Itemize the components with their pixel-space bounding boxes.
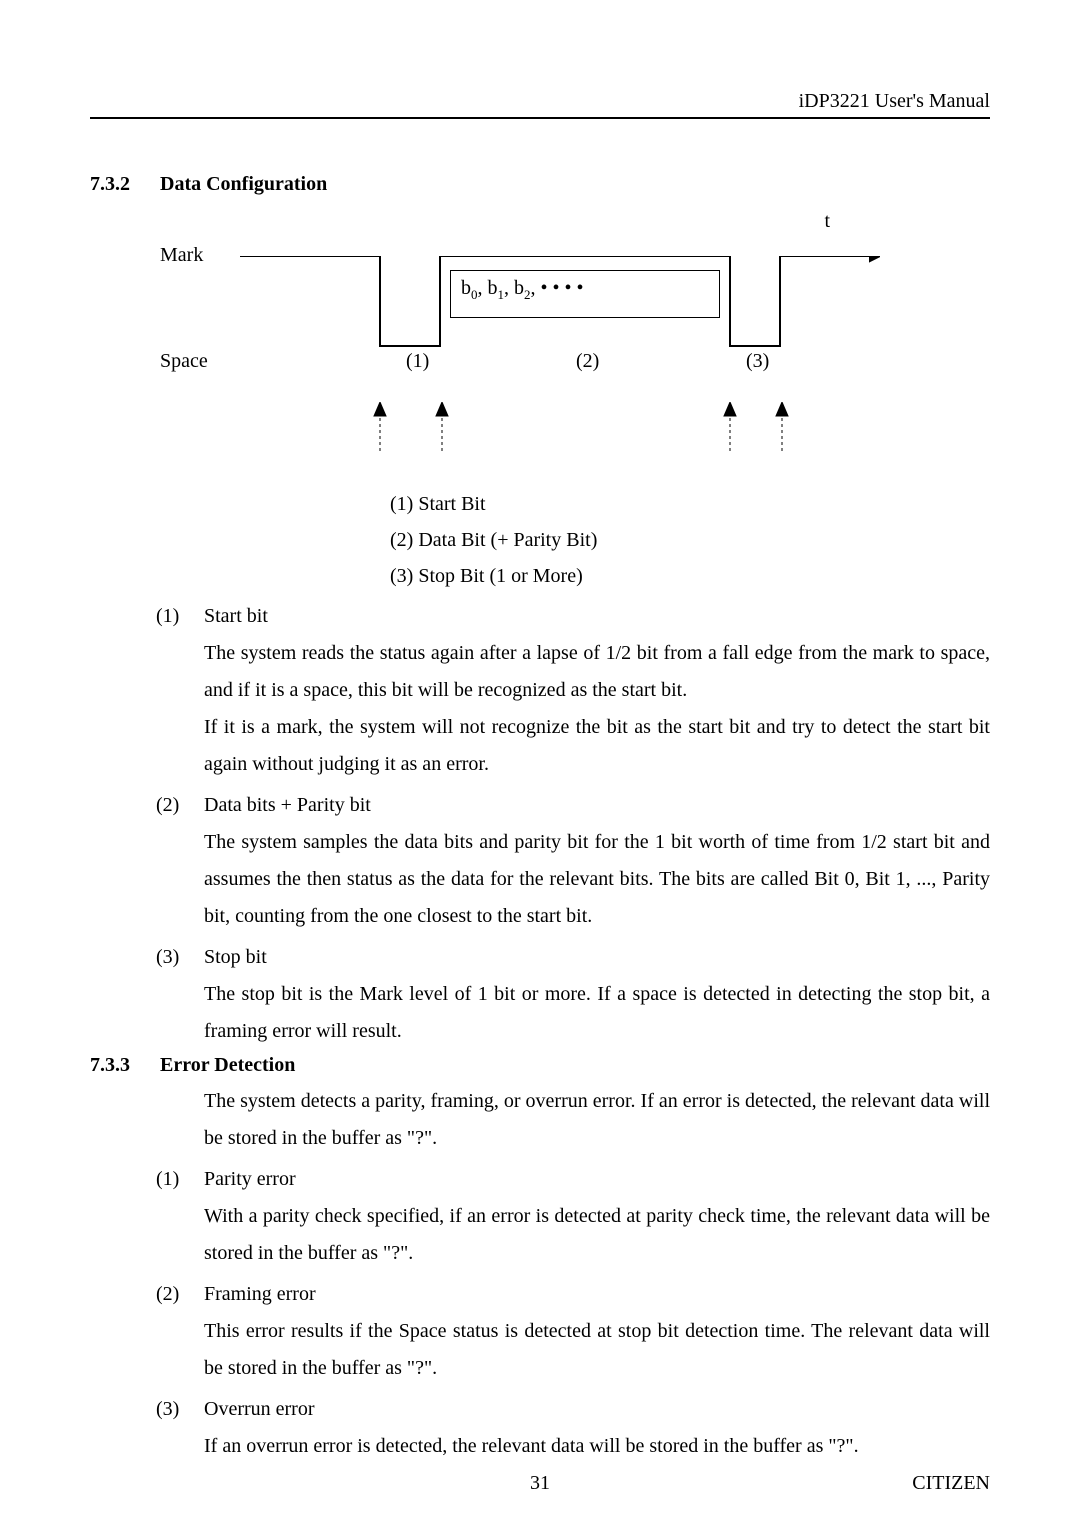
section733-intro: The system detects a parity, framing, or…	[204, 1083, 990, 1157]
mark-label: Mark	[160, 244, 203, 267]
err-label-1: Parity error	[204, 1161, 990, 1198]
section-number-732: 7.3.2	[90, 173, 156, 196]
section-number-733: 7.3.3	[90, 1054, 156, 1077]
dash-arrows-svg	[160, 402, 920, 462]
item-num-2: (2)	[156, 787, 204, 824]
section-title-733: Error Detection	[160, 1054, 295, 1077]
zone-3-label: (3)	[746, 350, 769, 373]
item-label-1: Start bit	[204, 598, 990, 635]
err-label-3: Overrun error	[204, 1391, 990, 1428]
page-number: 31	[530, 1472, 550, 1495]
diagram-legend: (1) Start Bit (2) Data Bit (+ Parity Bit…	[390, 486, 990, 594]
item-label-2: Data bits + Parity bit	[204, 787, 990, 824]
item-label-3: Stop bit	[204, 939, 990, 976]
brand-name: CITIZEN	[912, 1472, 990, 1495]
legend-3: (3) Stop Bit (1 or More)	[390, 558, 990, 594]
item-text-3a: The stop bit is the Mark level of 1 bit …	[204, 976, 990, 1050]
err-label-2: Framing error	[204, 1276, 990, 1313]
header-title: iDP3221 User's Manual	[799, 90, 990, 112]
data-config-diagram: t Mark Space b0, b1, b2, • • • • (1) (2)…	[160, 226, 920, 466]
err-text-1: With a parity check specified, if an err…	[204, 1198, 990, 1272]
page-header: iDP3221 User's Manual	[90, 90, 990, 119]
section-title-732: Data Configuration	[160, 173, 327, 196]
space-label: Space	[160, 350, 208, 373]
item-text-1a: The system reads the status again after …	[204, 635, 990, 709]
item-num-3: (3)	[156, 939, 204, 976]
data-bits-box: b0, b1, b2, • • • •	[450, 270, 720, 318]
err-num-3: (3)	[156, 1391, 204, 1428]
err-text-3: If an overrun error is detected, the rel…	[204, 1428, 990, 1465]
zone-1-label: (1)	[406, 350, 429, 373]
t-axis-label: t	[824, 210, 830, 233]
err-text-2: This error results if the Space status i…	[204, 1313, 990, 1387]
err-num-1: (1)	[156, 1161, 204, 1198]
item-text-1b: If it is a mark, the system will not rec…	[204, 709, 990, 783]
err-num-2: (2)	[156, 1276, 204, 1313]
zone-2-label: (2)	[576, 350, 599, 373]
legend-1: (1) Start Bit	[390, 486, 990, 522]
legend-2: (2) Data Bit (+ Parity Bit)	[390, 522, 990, 558]
databits-tail: , • • • •	[531, 277, 584, 299]
item-num-1: (1)	[156, 598, 204, 635]
item-text-2a: The system samples the data bits and par…	[204, 824, 990, 935]
